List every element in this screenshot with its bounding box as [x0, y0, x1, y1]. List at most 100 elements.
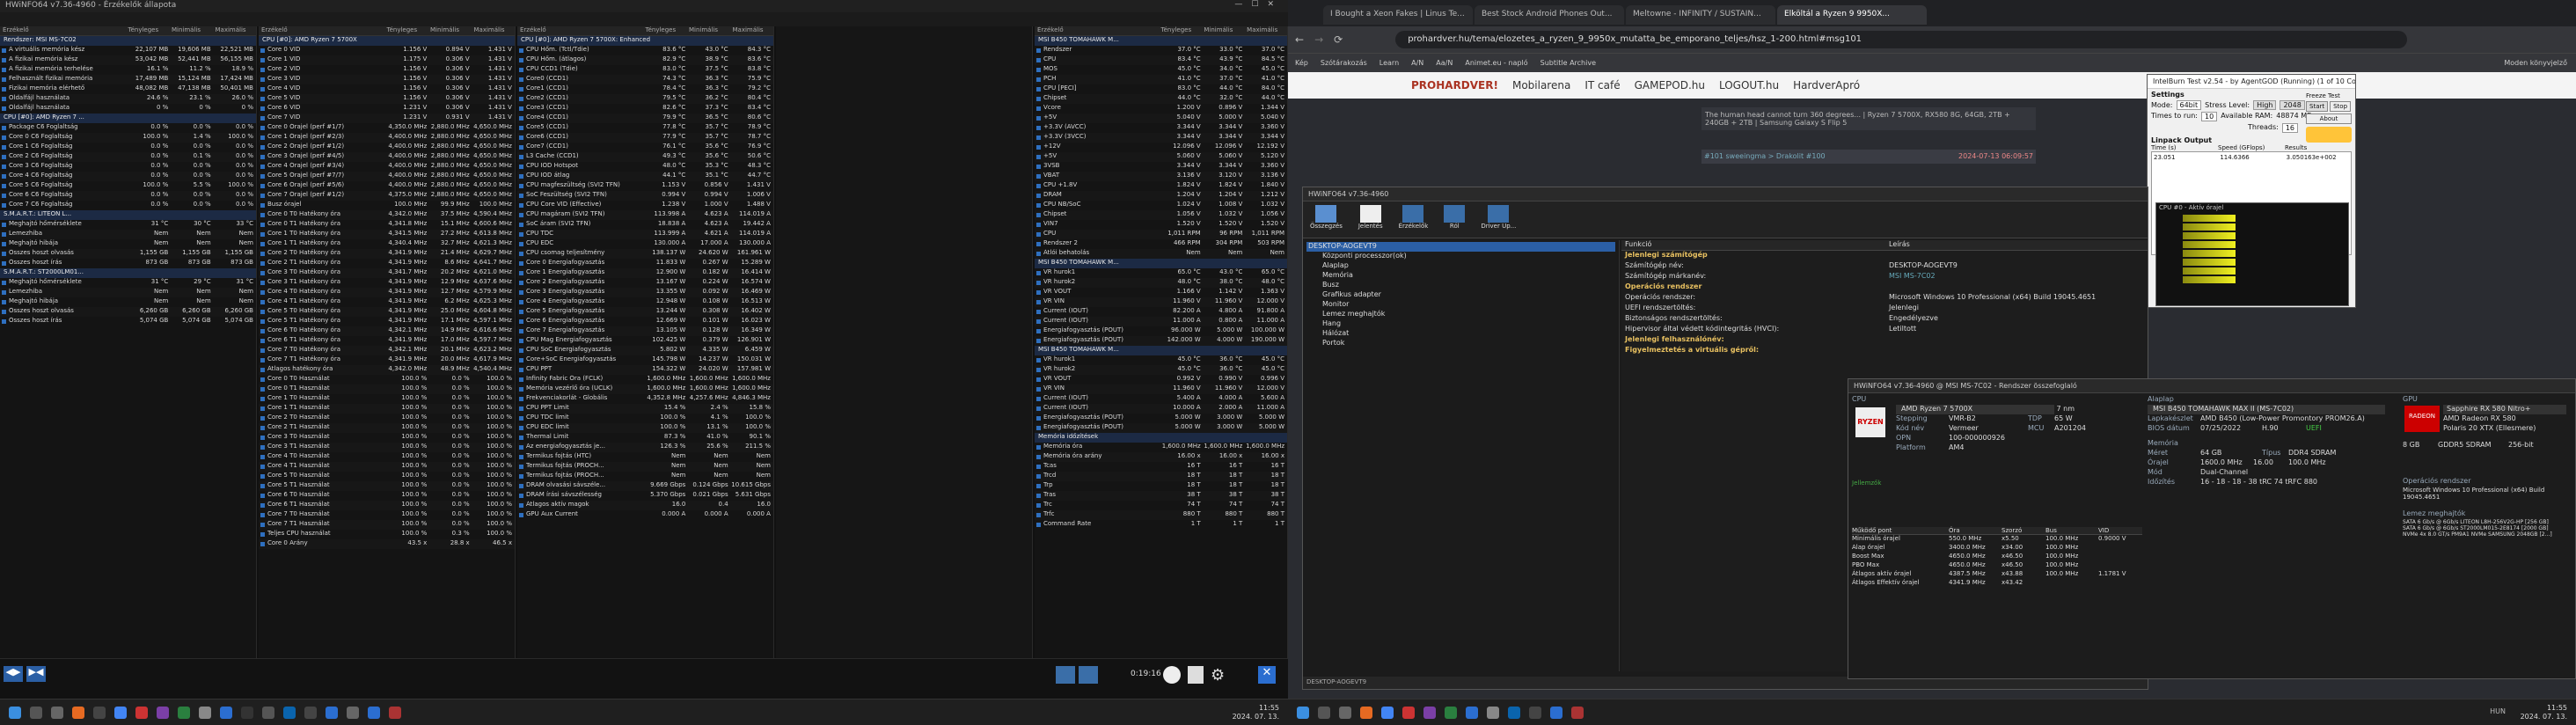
tree-item[interactable]: Portok: [1306, 339, 1615, 348]
sensor-row[interactable]: Meghajtó hibája Nem Nem Nem: [0, 297, 256, 307]
sensor-row[interactable]: Core6 (CCD1) 77.9 °C 35.7 °C 78.7 °C: [517, 133, 773, 143]
app-icon[interactable]: [347, 707, 359, 719]
sensor-row[interactable]: Core 3 T0 Hatékony óra 4,341.7 MHz 20.2 MH…: [259, 268, 515, 278]
sensor-row[interactable]: Az energiafogyasztás je... 126.3 % 25.6 % 2…: [517, 443, 773, 452]
sensor-row[interactable]: DRAM írási sávszélesség 5.370 Gbps 0.021 G…: [517, 491, 773, 501]
sensor-row[interactable]: CPU magfeszültség (SVI2 TFN) 1.153 V 0.856…: [517, 181, 773, 191]
sensor-row[interactable]: Core 7 VID 1.231 V 0.931 V 1.431 V: [259, 114, 515, 123]
sensor-row[interactable]: A fizikai memória terhelése 16.1 % 11.2 % 1…: [0, 65, 256, 75]
sensor-row[interactable]: Trc 74 T 74 T 74 T: [1035, 501, 1287, 510]
report-icon[interactable]: [1188, 666, 1204, 684]
tree-item[interactable]: Memória: [1306, 271, 1615, 281]
sensor-row[interactable]: Core 4 Órajel (perf #3/4) 4,400.0 MHz 2,88…: [259, 162, 515, 172]
column-header-label[interactable]: Tényleges: [1159, 26, 1202, 35]
sensor-row[interactable]: Core 3 T1 Használat 100.0 % 0.0 % 100.0 %: [259, 443, 515, 452]
app-icon[interactable]: [262, 707, 274, 719]
app-icon[interactable]: [135, 707, 148, 719]
sensor-row[interactable]: Core 0 T0 Használat 100.0 % 0.0 % 100.0 %: [259, 375, 515, 384]
detail-row[interactable]: UEFI rendszertöltés: Jelenlegi: [1621, 304, 2148, 314]
sensor-row[interactable]: Memória óra 1,600.0 MHz 1,600.0 MHz 1,600.0…: [1035, 443, 1287, 452]
sensor-group-header[interactable]: S.M.A.R.T.: ST2000LM01...: [0, 268, 256, 278]
sensor-row[interactable]: VR hurok2 48.0 °C 38.0 °C 48.0 °C: [1035, 278, 1287, 288]
sensor-row[interactable]: Core 7 T1 Hatékony óra 4,341.9 MHz 20.0 MH…: [259, 355, 515, 365]
sensor-row[interactable]: Current (IOUT) 11.000 A 0.800 A 11.000 A: [1035, 317, 1287, 326]
network-icon[interactable]: [1056, 666, 1075, 684]
sensor-row[interactable]: Core 6 C6 Foglaltság 0.0 % 0.0 % 0.0 %: [0, 191, 256, 201]
nav-left-icon[interactable]: ◀▶: [4, 666, 23, 682]
site-logo[interactable]: PROHARDVER!: [1411, 79, 1498, 92]
sensor-row[interactable]: Core 0 Arány 43.5 x 28.8 x 46.5 x: [259, 539, 515, 549]
sensor-row[interactable]: PCH 41.0 °C 37.0 °C 41.0 °C: [1035, 75, 1287, 84]
sensor-row[interactable]: Trcd 18 T 18 T 18 T: [1035, 472, 1287, 481]
sensor-row[interactable]: Core 5 VID 1.156 V 0.306 V 1.431 V: [259, 94, 515, 104]
sensor-row[interactable]: Core 7 T1 Használat 100.0 % 0.0 % 100.0 %: [259, 520, 515, 530]
bookmark-item[interactable]: Szótárakozás: [1321, 59, 1367, 67]
sensor-row[interactable]: VIN7 1.520 V 1.520 V 1.520 V: [1035, 220, 1287, 230]
sensor-row[interactable]: CPU NB/SoC 1.024 V 1.008 V 1.032 V: [1035, 201, 1287, 210]
detail-row[interactable]: Számítógép márkanév: MSI MS-7C02: [1621, 272, 2148, 282]
browser-tab[interactable]: I Bought a Xeon Fakes | Linus Te...: [1323, 5, 1473, 25]
sensor-row[interactable]: Oldalfájl használata 24.6 % 23.1 % 26.0 %: [0, 94, 256, 104]
sensor-row[interactable]: Átlói behatolás Nem Nem Nem: [1035, 249, 1287, 259]
sensor-row[interactable]: Core3 (CCD1) 82.6 °C 37.3 °C 83.4 °C: [517, 104, 773, 114]
sensor-row[interactable]: VR VIN 11.960 V 11.960 V 12.000 V: [1035, 384, 1287, 394]
sensor-row[interactable]: Core 5 T1 Hatékony óra 4,341.9 MHz 17.1 MH…: [259, 317, 515, 326]
column-header-label[interactable]: Érzékelő: [1035, 26, 1159, 35]
sensor-row[interactable]: Busz órajel 100.0 MHz 99.9 MHz 100.0 MHz: [259, 201, 515, 210]
column-header-label[interactable]: Maximális: [730, 26, 774, 35]
sensor-row[interactable]: Infinity Fabric Óra (FCLK) 1,600.0 MHz 1,6…: [517, 375, 773, 384]
sensor-row[interactable]: Core 2 C6 Foglaltság 0.0 % 0.1 % 0.0 %: [0, 152, 256, 162]
sensor-row[interactable]: Core 3 VID 1.156 V 0.306 V 1.431 V: [259, 75, 515, 84]
tree-item[interactable]: Hang: [1306, 319, 1615, 329]
sensor-row[interactable]: Package C6 Foglaltság 0.0 % 0.0 % 0.0 %: [0, 123, 256, 133]
sensor-row[interactable]: CPU 83.4 °C 43.9 °C 84.5 °C: [1035, 55, 1287, 65]
sensor-row[interactable]: Core 5 T1 Használat 100.0 % 0.0 % 100.0 %: [259, 481, 515, 491]
site-nav-item[interactable]: Mobilarena: [1512, 79, 1570, 92]
sensor-row[interactable]: Energiafogyasztás (POUT) 5.000 W 3.000 W 5.…: [1035, 414, 1287, 423]
sensor-row[interactable]: CPU Core VID (Effective) 1.238 V 1.000 V 1.…: [517, 201, 773, 210]
sensor-row[interactable]: Core5 (CCD1) 77.8 °C 35.7 °C 78.9 °C: [517, 123, 773, 133]
app-icon[interactable]: [241, 707, 253, 719]
sensor-row[interactable]: Átlagos aktív magok 16.0 0.4 16.0: [517, 501, 773, 510]
detail-row[interactable]: Számítógép név: DESKTOP-AOGEVT9: [1621, 261, 2148, 272]
bookmark-item[interactable]: Learn: [1379, 59, 1399, 67]
sensor-row[interactable]: +3.3V (AVCC) 3.344 V 3.344 V 3.360 V: [1035, 123, 1287, 133]
app-icon[interactable]: [304, 707, 317, 719]
sensor-group-header[interactable]: CPU [#0]: AMD Ryzen 7 5700X: [259, 36, 515, 46]
sensor-row[interactable]: Core 1 T1 Hatékony óra 4,340.4 MHz 32.7 MH…: [259, 239, 515, 249]
sensor-row[interactable]: Összes hoszt olvasás 6,260 GB 6,260 GB 6,26…: [0, 307, 256, 317]
sensor-row[interactable]: Chipset 1.056 V 1.032 V 1.056 V: [1035, 210, 1287, 220]
bookmark-item[interactable]: Kép: [1295, 59, 1308, 67]
sensor-row[interactable]: Core 3 Energiafogyasztás 13.355 W 0.092 W 1…: [517, 288, 773, 297]
sensor-group-header[interactable]: MSI B450 TOMAHAWK M...: [1035, 259, 1287, 268]
reload-icon[interactable]: ⟳: [1334, 33, 1343, 46]
sensor-column-1[interactable]: Érzékelő Tényleges Minimális Maximális Rends…: [0, 26, 257, 660]
column-header-label[interactable]: Minimális: [686, 26, 730, 35]
tree-item[interactable]: Lemez meghajtók: [1306, 310, 1615, 319]
detail-row[interactable]: Operációs rendszer: [1621, 282, 2148, 293]
column-header-label[interactable]: Tényleges: [643, 26, 687, 35]
sensor-column-3[interactable]: Érzékelő Tényleges Minimális Maximális CPU […: [517, 26, 774, 660]
toolbar-summary-button[interactable]: Összegzés: [1310, 205, 1343, 234]
sensor-row[interactable]: CPU TDC limit 100.0 % 4.1 % 100.0 %: [517, 414, 773, 423]
toolbar-report-button[interactable]: Jelentés: [1358, 205, 1383, 234]
sensor-row[interactable]: Core 0 T1 Használat 100.0 % 0.0 % 100.0 %: [259, 384, 515, 394]
sensor-group-header[interactable]: Memória időzítések: [1035, 433, 1287, 443]
sensor-row[interactable]: CPU 1,011 RPM 96 RPM 1,011 RPM: [1035, 230, 1287, 239]
sensor-row[interactable]: Termikus fojtás (HTC) Nem Nem Nem: [517, 452, 773, 462]
sensor-row[interactable]: Core 4 T1 Használat 100.0 % 0.0 % 100.0 %: [259, 462, 515, 472]
sensor-row[interactable]: CPU +1.8V 1.824 V 1.824 V 1.840 V: [1035, 181, 1287, 191]
sensor-row[interactable]: Energiafogyasztás (POUT) 96.000 W 5.000 W 1…: [1035, 326, 1287, 336]
detail-row[interactable]: Hipervisor által védett kódintegritás (H…: [1621, 325, 2148, 335]
device-tree[interactable]: DESKTOP-AOGEVT9 Központi processzor(ok) Al…: [1303, 240, 1620, 671]
sensor-row[interactable]: Core 2 T0 Hatékony óra 4,341.9 MHz 21.4 MH…: [259, 249, 515, 259]
about-button[interactable]: About: [2306, 114, 2352, 124]
sensor-row[interactable]: Core 0 VID 1.156 V 0.894 V 1.431 V: [259, 46, 515, 55]
taskbar-clock[interactable]: 11:55 2024. 07. 13.: [2521, 704, 2567, 721]
site-nav-item[interactable]: IT café: [1584, 79, 1620, 92]
app-icon[interactable]: [326, 707, 338, 719]
firefox-icon[interactable]: [1360, 707, 1372, 719]
sensor-row[interactable]: Current (IOUT) 5.400 A 4.000 A 5.600 A: [1035, 394, 1287, 404]
sensor-row[interactable]: Current (IOUT) 82.200 A 4.800 A 91.800 A: [1035, 307, 1287, 317]
app-icon[interactable]: [1402, 707, 1415, 719]
